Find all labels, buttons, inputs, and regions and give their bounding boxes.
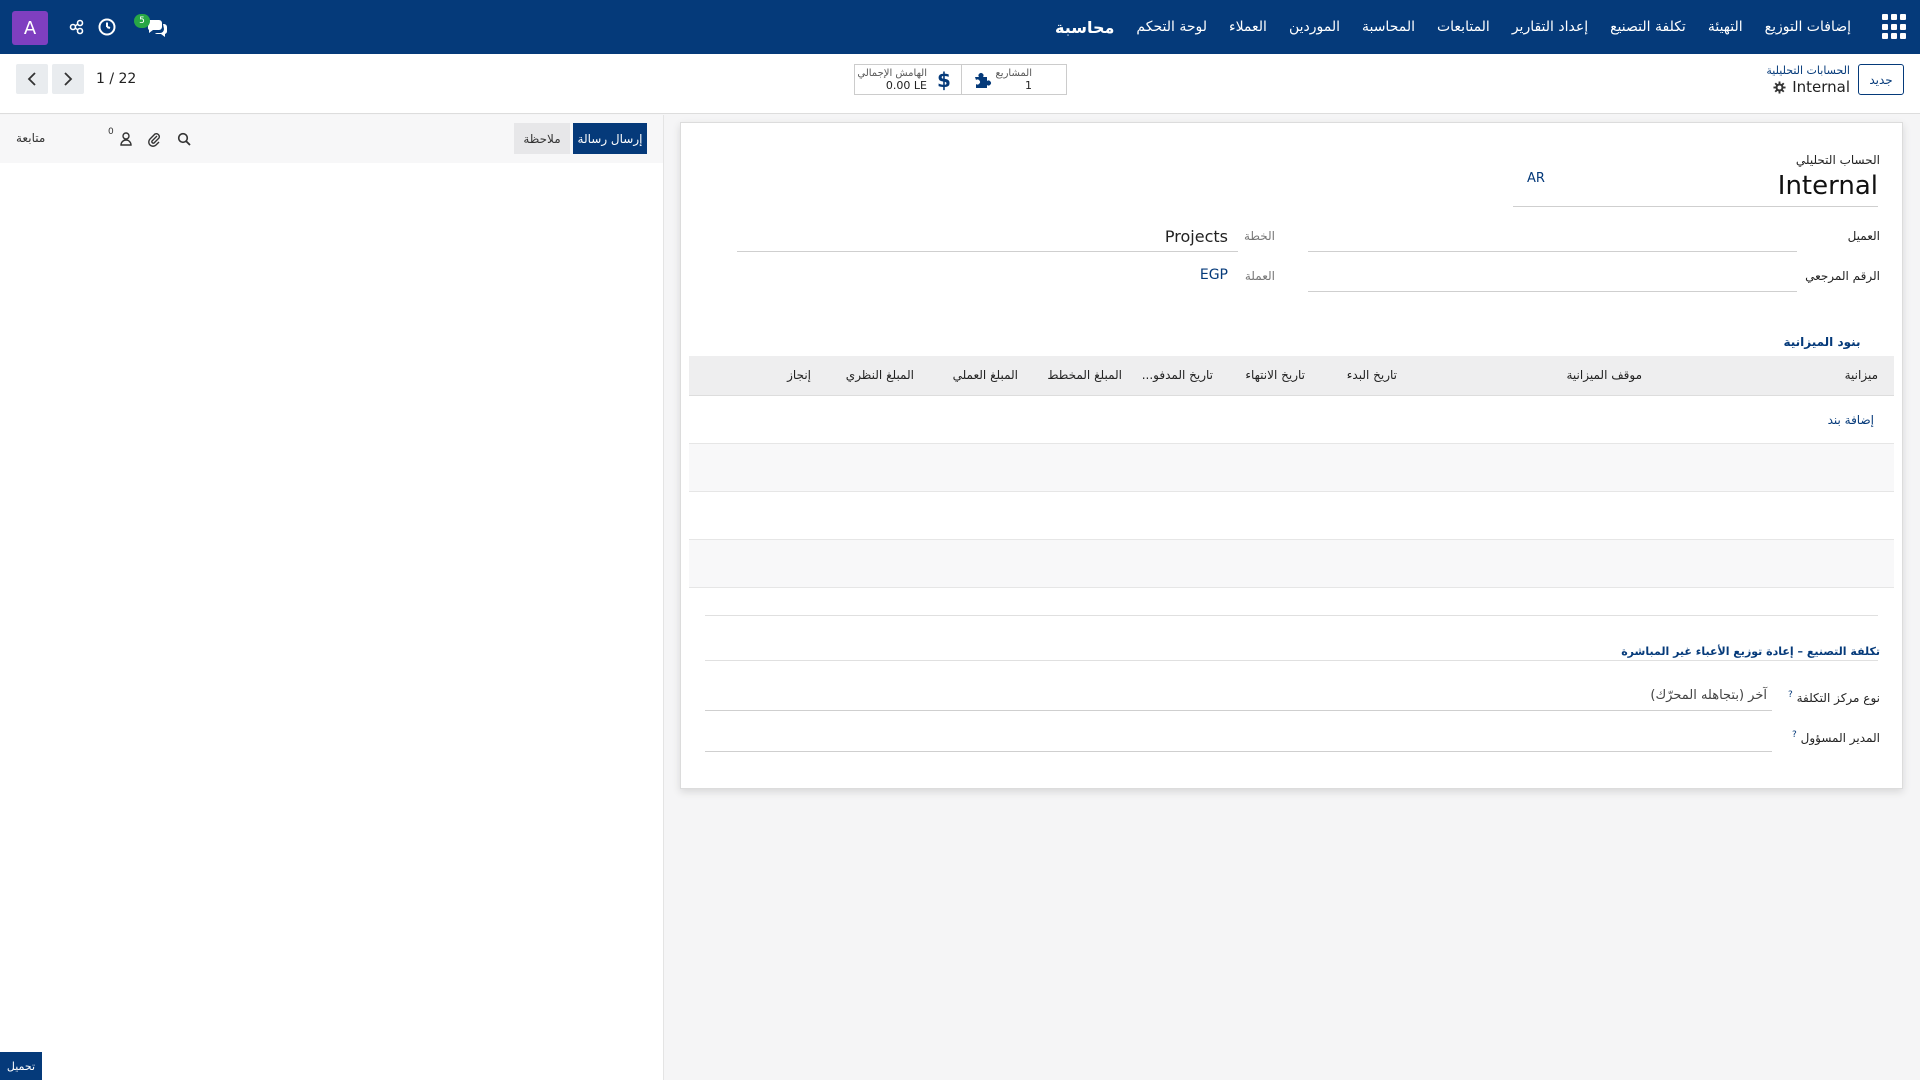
currency-label: العملة: [1244, 269, 1275, 283]
column-header[interactable]: إنجاز: [787, 368, 811, 382]
cost-center-type-field[interactable]: آخر (بتجاهله المحرّك): [1650, 688, 1767, 703]
plan-label: الخطة: [1243, 229, 1275, 243]
currency-field[interactable]: EGP: [1200, 267, 1228, 283]
upload-button[interactable]: تحميل: [0, 1052, 42, 1080]
account-name-field[interactable]: Internal: [1778, 171, 1878, 201]
gear-icon[interactable]: [1773, 80, 1786, 94]
projects-stat-button[interactable]: المشاريع 1: [961, 64, 1067, 95]
tab-budget-lines[interactable]: بنود الميزانية: [1770, 327, 1874, 359]
breadcrumb-parent-link[interactable]: الحسابات التحليلية: [1766, 64, 1850, 77]
new-button[interactable]: جديد: [1858, 64, 1904, 95]
cost-center-type-label: نوع مركز التكلفة ?: [1788, 690, 1880, 705]
chevron-right-icon: [64, 72, 73, 86]
dollar-icon: $: [937, 68, 951, 92]
budget-lines-table-header: ميزانية موقف الميزانية تاريخ البدء تاريخ…: [689, 356, 1894, 396]
table-row: إضافة بند: [689, 396, 1894, 444]
table-row: [689, 492, 1894, 540]
projects-stat-value: 1: [1025, 79, 1032, 92]
name-label: الحساب التحليلي: [1795, 153, 1880, 167]
column-header[interactable]: موقف الميزانية: [1567, 368, 1643, 382]
section-underline: [705, 660, 1878, 661]
column-header[interactable]: تاريخ الانتهاء: [1245, 368, 1305, 382]
top-menu-item[interactable]: المتابعات: [1426, 19, 1501, 35]
send-message-button[interactable]: إرسال رسالة: [573, 123, 647, 154]
add-line-link[interactable]: إضافة بند: [1828, 413, 1874, 427]
top-menu-item[interactable]: لوحة التحكم: [1125, 19, 1218, 35]
message-count-badge: 5: [134, 14, 150, 28]
margin-stat-label: الهامش الإجمالي: [857, 68, 927, 79]
responsible-manager-field[interactable]: [705, 751, 1772, 752]
chatter-topbar: إرسال رسالة ملاحظة 0 متابعة: [0, 115, 663, 163]
table-row: [689, 444, 1894, 492]
name-field-underline: [1513, 206, 1878, 207]
top-menu-item[interactable]: إعداد التقارير: [1501, 19, 1599, 35]
follow-button[interactable]: متابعة: [16, 131, 45, 145]
table-row: [689, 540, 1894, 588]
top-menu-item[interactable]: تكلفة التصنيع: [1599, 19, 1697, 35]
paperclip-icon[interactable]: [144, 129, 164, 149]
cost-center-type-label-text: نوع مركز التكلفة: [1796, 691, 1880, 705]
margin-stat-value: 0.00 LE: [885, 79, 927, 92]
section-separator: [705, 615, 1878, 616]
control-panel: جديد الحسابات التحليلية Internal المشاري…: [0, 54, 1920, 114]
puzzle-icon: [975, 73, 991, 88]
pager: 1 / 22: [16, 64, 136, 94]
plan-field[interactable]: Projects: [1165, 227, 1228, 246]
reference-field[interactable]: [1308, 291, 1797, 292]
responsible-manager-label-text: المدير المسؤول: [1800, 731, 1880, 745]
column-header[interactable]: المبلغ المخطط: [1047, 368, 1122, 382]
debug-icon[interactable]: [66, 16, 88, 38]
top-menu-item[interactable]: المحاسبة: [1351, 19, 1426, 35]
projects-stat-label: المشاريع: [995, 68, 1032, 79]
help-icon[interactable]: ?: [1788, 690, 1793, 700]
responsible-manager-label: المدير المسؤول ?: [1792, 730, 1880, 745]
column-header[interactable]: ميزانية: [1845, 368, 1878, 382]
top-menu-item[interactable]: العملاء: [1218, 19, 1278, 35]
plan-field-underline: [737, 251, 1238, 252]
section-title: تكلفة التصنيع – إعادة توزيع الأعباء غير …: [1621, 645, 1880, 658]
help-icon[interactable]: ?: [1792, 730, 1797, 740]
breadcrumb-current-label: Internal: [1792, 78, 1850, 96]
top-menu-item[interactable]: التهيئة: [1697, 19, 1754, 35]
top-navbar: محاسبة لوحة التحكم العملاء الموردين المحاسبة…: [0, 0, 1920, 54]
app-brand-title[interactable]: محاسبة: [1044, 18, 1125, 37]
cost-center-type-underline: [705, 710, 1772, 711]
column-header[interactable]: تاريخ المدفو...: [1142, 368, 1213, 382]
column-header[interactable]: المبلغ النظري: [846, 368, 914, 382]
chatter-panel: إرسال رسالة ملاحظة 0 متابعة تحميل: [0, 115, 664, 1080]
log-note-button[interactable]: ملاحظة: [514, 123, 570, 154]
main-menu: محاسبة لوحة التحكم العملاء الموردين المحاسبة…: [1044, 0, 1862, 54]
followers-icon[interactable]: [116, 129, 136, 149]
margin-stat-button[interactable]: $ الهامش الإجمالي 0.00 LE: [854, 64, 962, 95]
customer-label: العميل: [1847, 229, 1880, 243]
form-sheet: الحساب التحليلي Internal AR العميل الرقم…: [680, 122, 1903, 789]
followers-count: 0: [108, 127, 114, 137]
pager-value[interactable]: 1 / 22: [96, 71, 136, 87]
activity-clock-icon[interactable]: [96, 16, 118, 38]
user-avatar[interactable]: A: [12, 11, 48, 45]
app-menu-icon[interactable]: [1882, 14, 1908, 40]
breadcrumb-current: Internal: [1773, 78, 1850, 96]
top-menu-item[interactable]: إضافات التوزيع: [1754, 19, 1862, 35]
pager-next-button[interactable]: [52, 64, 84, 94]
column-header[interactable]: تاريخ البدء: [1347, 368, 1397, 382]
customer-field[interactable]: [1308, 251, 1797, 252]
pager-previous-button[interactable]: [16, 64, 48, 94]
chevron-left-icon: [27, 72, 36, 86]
language-button[interactable]: AR: [1527, 171, 1545, 186]
column-header[interactable]: المبلغ العملي: [953, 368, 1018, 382]
top-menu-item[interactable]: الموردين: [1278, 19, 1351, 35]
reference-label: الرقم المرجعي: [1805, 269, 1880, 283]
search-icon[interactable]: [174, 129, 194, 149]
